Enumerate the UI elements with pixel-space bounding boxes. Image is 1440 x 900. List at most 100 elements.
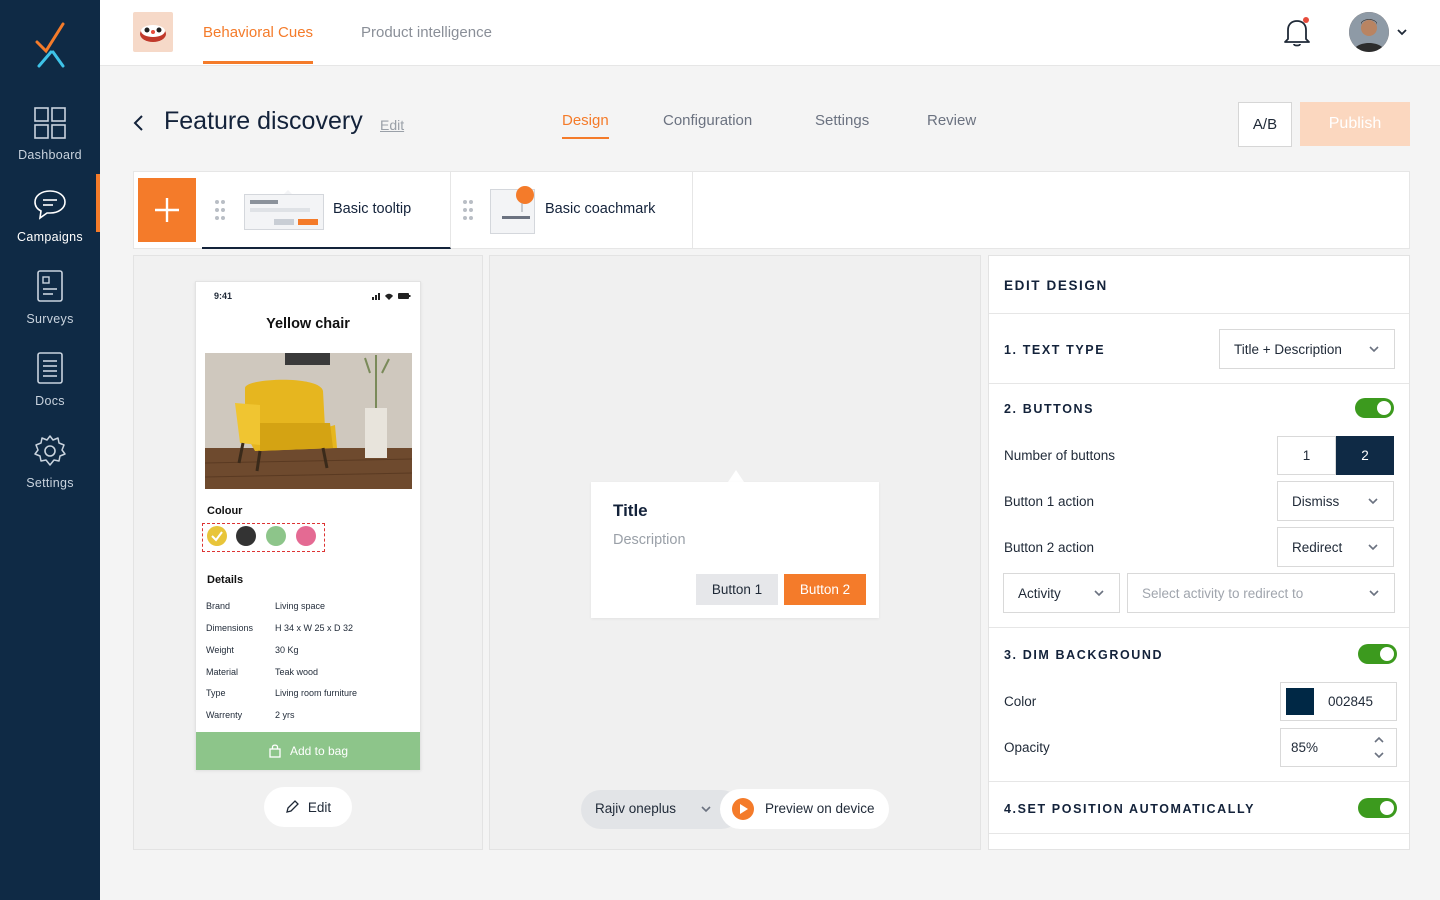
buttons-heading: 2. BUTTONS xyxy=(1004,402,1095,416)
sidebar-item-campaigns[interactable]: Campaigns xyxy=(0,174,100,258)
button-count-option-1[interactable]: 1 xyxy=(1277,436,1336,475)
redirect-type-select[interactable]: Activity xyxy=(1003,573,1120,613)
sidebar-item-label: Campaigns xyxy=(17,230,83,244)
color-swatch[interactable] xyxy=(1286,688,1314,715)
detail-value: Living space xyxy=(275,601,326,611)
tooltip-thumbnail-icon xyxy=(244,190,324,230)
add-to-bag-button[interactable]: Add to bag xyxy=(196,732,420,770)
step-design[interactable]: Design xyxy=(562,112,609,139)
buttons-toggle[interactable] xyxy=(1355,398,1394,418)
dim-background-heading: 3. DIM BACKGROUND xyxy=(1004,648,1164,662)
dim-background-toggle[interactable] xyxy=(1358,644,1397,664)
back-arrow-icon[interactable] xyxy=(132,113,146,133)
button-2-action-select[interactable]: Redirect xyxy=(1277,527,1394,567)
page-title: Feature discovery xyxy=(164,107,363,135)
tab-product-intelligence[interactable]: Product intelligence xyxy=(361,24,492,41)
product-image xyxy=(205,353,412,489)
template-card-basic-coachmark[interactable]: Basic coachmark xyxy=(452,172,693,249)
chevron-down-icon[interactable] xyxy=(1396,26,1408,38)
opacity-label: Opacity xyxy=(1004,740,1050,755)
tooltip-button-1[interactable]: Button 1 xyxy=(696,574,778,605)
button-1-action-label: Button 1 action xyxy=(1004,494,1095,509)
detail-key: Weight xyxy=(206,645,234,655)
chevron-down-icon xyxy=(1369,346,1379,353)
details-label: Details xyxy=(207,574,244,586)
text-type-select[interactable]: Title + Description xyxy=(1219,329,1395,369)
step-configuration[interactable]: Configuration xyxy=(663,112,752,129)
drag-handle-icon[interactable] xyxy=(214,199,226,221)
redirect-activity-select[interactable]: Select activity to redirect to xyxy=(1127,573,1395,613)
tooltip-title: Title xyxy=(613,501,648,520)
divider xyxy=(989,781,1409,782)
colour-swatch-pink[interactable] xyxy=(296,526,316,546)
set-position-toggle[interactable] xyxy=(1358,798,1397,818)
publish-button[interactable]: Publish xyxy=(1300,102,1410,146)
preview-on-device-button[interactable]: Preview on device xyxy=(720,789,889,829)
opacity-stepper[interactable]: 85% xyxy=(1280,728,1397,767)
color-label: Color xyxy=(1004,694,1037,709)
sushi-logo-icon xyxy=(140,25,166,42)
number-of-buttons-label: Number of buttons xyxy=(1004,448,1116,463)
edit-screen-button[interactable]: Edit xyxy=(264,787,352,827)
chevron-down-icon[interactable] xyxy=(1373,749,1385,761)
divider xyxy=(989,313,1409,314)
template-label: Basic tooltip xyxy=(333,201,412,217)
tooltip-card[interactable]: Title Description Button 1 Button 2 xyxy=(591,482,879,618)
ab-test-button[interactable]: A/B xyxy=(1238,102,1292,147)
step-settings[interactable]: Settings xyxy=(815,112,869,129)
sidebar: Dashboard Campaigns Surveys Docs Setting… xyxy=(0,0,100,900)
button-count-option-2[interactable]: 2 xyxy=(1336,436,1394,475)
step-review[interactable]: Review xyxy=(927,112,976,129)
gear-icon xyxy=(34,435,66,466)
button-2-action-value: Redirect xyxy=(1292,539,1343,555)
chat-bubble-icon xyxy=(34,190,66,220)
device-selector[interactable]: Rajiv oneplus xyxy=(581,790,741,829)
plus-icon xyxy=(155,198,179,222)
colour-label: Colour xyxy=(207,505,243,517)
avatar[interactable] xyxy=(1349,12,1389,52)
bell-icon[interactable] xyxy=(1283,16,1311,48)
docs-icon xyxy=(37,352,63,384)
edit-title-link[interactable]: Edit xyxy=(380,117,404,133)
sidebar-item-surveys[interactable]: Surveys xyxy=(0,270,100,340)
pencil-icon xyxy=(285,800,299,813)
colour-swatch-green[interactable] xyxy=(266,526,286,546)
sidebar-item-dashboard[interactable]: Dashboard xyxy=(0,106,100,176)
sidebar-item-docs[interactable]: Docs xyxy=(0,352,100,422)
drag-handle-icon[interactable] xyxy=(462,199,474,221)
color-picker-field[interactable]: 002845 xyxy=(1280,682,1397,721)
template-card-basic-tooltip[interactable]: Basic tooltip xyxy=(202,172,451,249)
status-icons xyxy=(372,293,411,300)
divider xyxy=(989,627,1409,628)
app-logo[interactable] xyxy=(33,22,67,70)
tab-behavioral-cues[interactable]: Behavioral Cues xyxy=(203,24,314,64)
device-name: Rajiv oneplus xyxy=(595,801,677,816)
divider xyxy=(989,383,1409,384)
preview-label: Preview on device xyxy=(765,801,875,816)
detail-value: Living room furniture xyxy=(275,688,358,698)
divider xyxy=(989,833,1409,834)
chevron-down-icon xyxy=(701,806,711,813)
detail-value: 30 Kg xyxy=(275,645,299,655)
button-1-action-select[interactable]: Dismiss xyxy=(1277,481,1394,521)
tooltip-button-2[interactable]: Button 2 xyxy=(784,574,866,605)
sidebar-item-label: Surveys xyxy=(26,312,74,326)
template-strip: Basic tooltip Basic coachmark xyxy=(133,171,1410,249)
chevron-up-icon[interactable] xyxy=(1373,734,1385,746)
edit-label: Edit xyxy=(307,799,332,815)
detail-key: Type xyxy=(206,688,226,698)
top-bar: Behavioral Cues Product intelligence xyxy=(100,0,1440,66)
product-logo[interactable] xyxy=(133,12,173,52)
tooltip-description: Description xyxy=(613,532,686,548)
dashboard-icon xyxy=(34,107,66,139)
sidebar-item-settings[interactable]: Settings xyxy=(0,434,100,504)
colour-swatch-yellow[interactable] xyxy=(207,526,227,546)
bag-icon xyxy=(269,744,281,758)
add-template-button[interactable] xyxy=(138,178,196,242)
detail-key: Dimensions xyxy=(206,623,254,633)
edit-design-heading: EDIT DESIGN xyxy=(1004,278,1108,293)
chevron-down-icon xyxy=(1094,590,1104,597)
colour-swatch-black[interactable] xyxy=(236,526,256,546)
active-indicator xyxy=(96,174,100,232)
product-title: Yellow chair xyxy=(266,316,350,332)
